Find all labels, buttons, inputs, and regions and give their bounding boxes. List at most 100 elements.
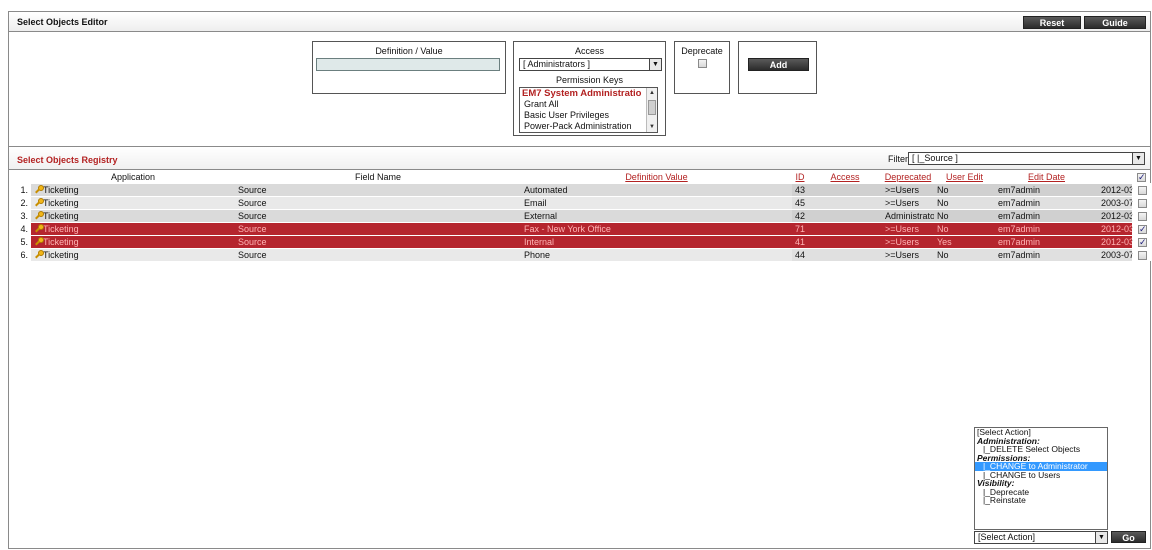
table-row[interactable]: 2. Ticketing Source Email 45 >=Users No … — [9, 195, 1152, 209]
select-objects-editor: Select Objects Editor Reset Guide Defini… — [8, 11, 1152, 549]
access-box: Access [ Administrators ] ▼ Permission K… — [513, 41, 666, 136]
add-box: Add — [738, 41, 817, 94]
chevron-down-icon: ▼ — [1132, 153, 1144, 164]
column-header-access[interactable]: Access — [808, 172, 882, 183]
action-icon[interactable] — [1132, 236, 1134, 248]
scroll-down-icon[interactable]: ▼ — [647, 122, 657, 132]
action-icon[interactable] — [1132, 249, 1134, 261]
row-checkbox[interactable] — [1138, 250, 1147, 260]
deprecate-checkbox[interactable] — [698, 59, 707, 68]
row-number: 4. — [9, 221, 31, 235]
action-icon[interactable] — [1132, 223, 1134, 235]
row-checkbox[interactable] — [1138, 211, 1147, 221]
access-label: Access — [574, 46, 604, 56]
application-cell: Ticketing — [31, 247, 235, 261]
definition-cell: Fax - New York Office — [521, 221, 792, 235]
row-number: 3. — [9, 208, 31, 222]
access-cell: >=Users — [882, 247, 934, 261]
definition-value-input[interactable] — [316, 58, 500, 71]
go-button[interactable]: Go — [1111, 531, 1146, 543]
edit-date-cell: 2003-07-16 07:22:47 — [1098, 195, 1132, 209]
row-number: 2. — [9, 195, 31, 209]
permission-key-item[interactable]: Basic User Privileges — [520, 110, 657, 121]
filter-select[interactable]: [ |_Source ] ▼ — [908, 152, 1145, 165]
table-row[interactable]: 4. Ticketing Source Fax - New York Offic… — [9, 221, 1152, 235]
access-cell: Administrators — [882, 208, 934, 222]
column-header-field-name[interactable]: Field Name — [235, 172, 521, 183]
table-row[interactable]: 6. Ticketing Source Phone 44 >=Users No … — [9, 247, 1152, 261]
action-icon[interactable] — [1132, 197, 1134, 209]
access-cell: >=Users — [882, 234, 934, 248]
access-cell: >=Users — [882, 182, 934, 196]
definition-value-box: Definition / Value — [312, 41, 506, 94]
filter-selected-value: [ |_Source ] — [912, 153, 958, 163]
reset-button[interactable]: Reset — [1023, 16, 1081, 29]
row-number: 5. — [9, 234, 31, 248]
permission-key-item[interactable]: Power-Pack Administration — [520, 121, 657, 132]
scroll-thumb[interactable] — [648, 100, 656, 115]
permission-key-item[interactable]: EM7 System Administratio — [520, 88, 657, 99]
filter-label: Filter — [888, 154, 908, 164]
registry-title: Select Objects Registry — [17, 155, 118, 165]
deprecated-cell: No — [934, 247, 995, 261]
definition-cell: Internal — [521, 234, 792, 248]
id-cell: 44 — [792, 247, 882, 261]
listbox-scrollbar[interactable]: ▲ ▼ — [646, 88, 657, 132]
action-icon[interactable] — [1132, 210, 1134, 222]
column-header-definition-value[interactable]: Definition Value — [521, 172, 792, 183]
add-button[interactable]: Add — [748, 58, 809, 71]
id-cell: 71 — [792, 221, 882, 235]
permission-key-item[interactable]: Grant All — [520, 99, 657, 110]
chevron-down-icon: ▼ — [1095, 532, 1107, 543]
table-row[interactable]: 3. Ticketing Source External 42 Administ… — [9, 208, 1152, 222]
deprecate-box: Deprecate — [674, 41, 730, 94]
row-number: 6. — [9, 247, 31, 261]
definition-label: Definition / Value — [375, 46, 443, 56]
select-all-checkbox[interactable]: ✓ — [1137, 173, 1146, 182]
action-icon[interactable] — [1132, 184, 1134, 196]
action-select[interactable]: [Select Action] ▼ — [974, 531, 1108, 544]
column-header-edit-date[interactable]: Edit Date — [995, 172, 1098, 183]
column-header-user-edit[interactable]: User Edit — [934, 172, 995, 183]
field-name-cell: Source — [235, 234, 521, 248]
definition-cell: Email — [521, 195, 792, 209]
action-option-reinstate[interactable]: |_Reinstate — [975, 496, 1107, 505]
column-header-deprecated[interactable]: Deprecated — [882, 172, 934, 183]
table-row[interactable]: 5. Ticketing Source Internal 41 >=Users … — [9, 234, 1152, 248]
guide-button[interactable]: Guide — [1084, 16, 1146, 29]
definition-cell: Phone — [521, 247, 792, 261]
table-header-row: Application Field Name Definition Value … — [9, 172, 1152, 183]
column-header-application[interactable]: Application — [31, 172, 235, 183]
key-icon — [34, 210, 44, 221]
row-checkbox[interactable]: ✓ — [1138, 224, 1147, 234]
application-cell: Ticketing — [31, 182, 235, 196]
id-cell: 42 — [792, 208, 882, 222]
key-icon — [34, 223, 44, 234]
row-checkbox[interactable] — [1138, 185, 1147, 195]
deprecated-cell: No — [934, 208, 995, 222]
key-icon — [34, 236, 44, 247]
user-edit-cell: em7admin — [995, 234, 1098, 248]
id-cell: 45 — [792, 195, 882, 209]
definition-cell: Automated — [521, 182, 792, 196]
column-header-id[interactable]: ID — [792, 172, 808, 183]
definition-cell: External — [521, 208, 792, 222]
action-dropdown-list[interactable]: [Select Action] Administration: |_DELETE… — [974, 427, 1108, 530]
scroll-up-icon[interactable]: ▲ — [647, 88, 657, 98]
edit-date-cell: 2012-03-14 12:09:18 — [1098, 234, 1132, 248]
key-icon — [34, 249, 44, 260]
table-row[interactable]: 1. Ticketing Source Automated 43 >=Users… — [9, 182, 1152, 196]
permission-keys-label: Permission Keys — [555, 75, 624, 85]
row-checkbox[interactable] — [1138, 198, 1147, 208]
field-name-cell: Source — [235, 208, 521, 222]
access-select[interactable]: [ Administrators ] ▼ — [519, 58, 662, 71]
access-cell: >=Users — [882, 195, 934, 209]
application-cell: Ticketing — [31, 195, 235, 209]
permission-keys-list[interactable]: EM7 System Administratio Grant All Basic… — [519, 87, 658, 133]
row-checkbox[interactable]: ✓ — [1138, 237, 1147, 247]
id-cell: 41 — [792, 234, 882, 248]
user-edit-cell: em7admin — [995, 182, 1098, 196]
edit-date-cell: 2012-03-16 17:05:53 — [1098, 182, 1132, 196]
edit-date-cell: 2003-07-16 07:22:41 — [1098, 247, 1132, 261]
deprecate-label: Deprecate — [681, 46, 723, 56]
